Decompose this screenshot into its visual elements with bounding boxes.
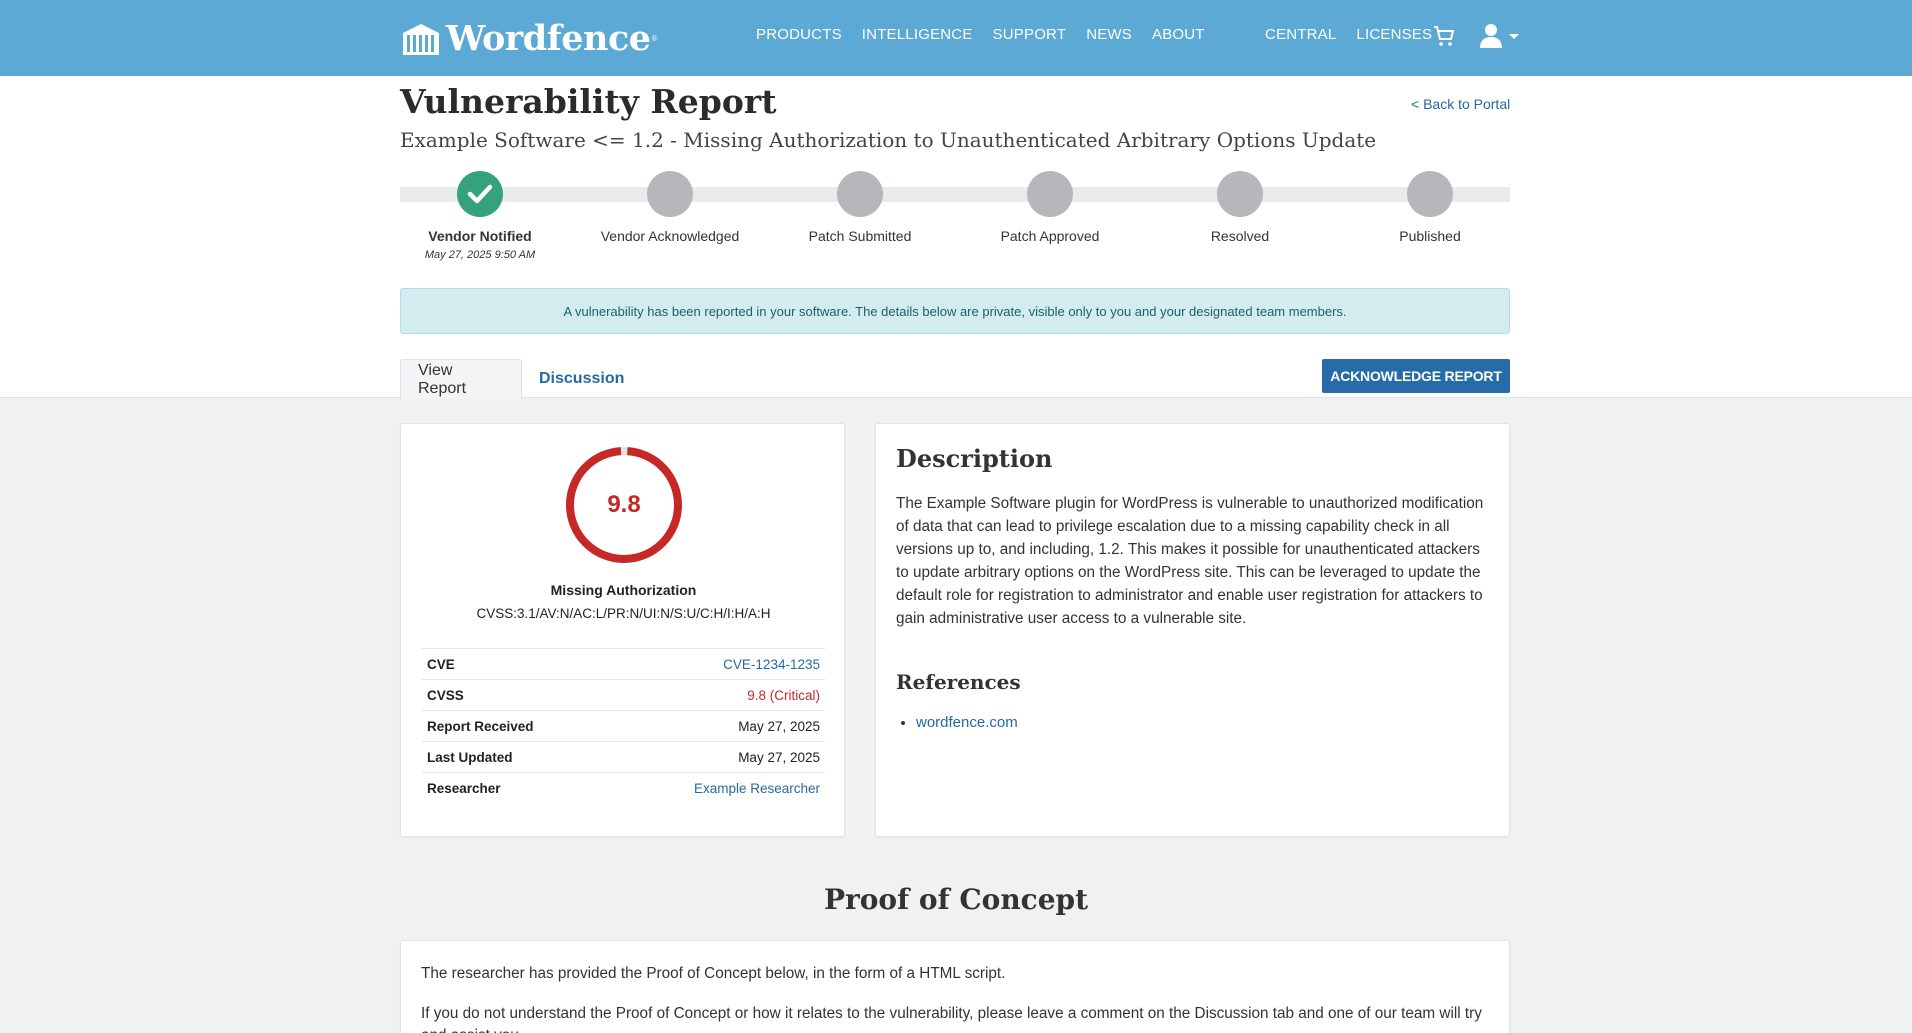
nav-news[interactable]: NEWS [1086,26,1132,43]
step-pending-circle [1407,171,1453,217]
nav-support[interactable]: SUPPORT [993,26,1067,43]
cvss-label: CVSS [427,687,464,703]
step-patch-submitted: Patch Submitted [765,171,955,244]
poc-card: The researcher has provided the Proof of… [400,940,1510,1033]
nav-licenses[interactable]: LICENSES [1356,26,1432,43]
tab-view-report[interactable]: View Report [400,359,522,399]
logo-text: Wordfence [446,18,651,59]
back-to-portal-link[interactable]: < Back to Portal [1411,96,1510,112]
table-row: CVE CVE-1234-1235 [422,648,825,680]
researcher-label: Researcher [427,780,501,796]
description-card: Description The Example Software plugin … [875,423,1510,837]
step-complete-circle [457,171,503,217]
table-row: CVSS 9.8 (Critical) [422,679,825,711]
report-received-value: May 27, 2025 [738,718,820,734]
cvss-value: 9.8 (Critical) [747,687,820,703]
score-card: 9.8 Missing Authorization CVSS:3.1/AV:N/… [400,423,845,837]
private-report-alert: A vulnerability has been reported in you… [400,288,1510,334]
nav-intelligence[interactable]: INTELLIGENCE [862,26,973,43]
vulnerability-type: Missing Authorization [550,582,697,598]
step-pending-circle [1027,171,1073,217]
reference-link[interactable]: wordfence.com [916,714,1018,731]
poc-heading: Proof of Concept [823,883,1089,916]
right-nav: CENTRAL LICENSES [1265,26,1432,43]
alert-text: A vulnerability has been reported in you… [563,303,1347,319]
cvss-score-value: 9.8 [607,491,641,518]
step-pending-circle [1217,171,1263,217]
cve-label: CVE [427,656,455,672]
acknowledge-report-button[interactable]: Acknowledge Report [1322,359,1510,393]
step-label: Vendor Notified [428,228,532,244]
report-subtitle: Example Software <= 1.2 - Missing Author… [400,128,1377,152]
nav-products[interactable]: PRODUCTS [756,26,842,43]
registered-mark: ® [651,34,658,43]
cvss-vector: CVSS:3.1/AV:N/AC:L/PR:N/UI:N/S:U/C:H/I:H… [476,606,771,621]
step-published: Published [1335,171,1525,244]
checkmark-icon [467,184,493,204]
step-pending-circle [647,171,693,217]
nav-central[interactable]: CENTRAL [1265,26,1336,43]
step-label: Patch Approved [1000,228,1100,244]
step-pending-circle [837,171,883,217]
table-row: Last Updated May 27, 2025 [422,741,825,773]
step-patch-approved: Patch Approved [955,171,1145,244]
nav-about[interactable]: ABOUT [1152,26,1205,43]
step-label: Resolved [1210,228,1270,244]
poc-help-text: If you do not understand the Proof of Co… [421,1005,1482,1033]
description-heading: Description [896,444,1053,473]
table-row: Researcher Example Researcher [422,772,825,804]
step-label: Published [1399,228,1461,244]
description-text: The Example Software plugin for WordPres… [896,495,1484,627]
references-list: wordfence.com [916,714,1018,731]
tab-discussion[interactable]: Discussion [522,359,641,399]
step-resolved: Resolved [1145,171,1335,244]
last-updated-value: May 27, 2025 [738,749,820,765]
step-vendor-acknowledged: Vendor Acknowledged [575,171,765,244]
user-menu-icon[interactable] [1479,22,1523,50]
list-item: wordfence.com [916,714,1018,731]
table-row: Report Received May 27, 2025 [422,710,825,742]
main-nav: PRODUCTS INTELLIGENCE SUPPORT NEWS ABOUT [756,26,1205,43]
step-date: May 27, 2025 9:50 AM [424,249,536,261]
page-title: Vulnerability Report [400,82,777,121]
report-info-table: CVE CVE-1234-1235 CVSS 9.8 (Critical) Re… [422,648,825,804]
wordfence-logo-icon [403,23,439,55]
wordfence-logo[interactable]: Wordfence ® [400,18,657,59]
top-navbar: Wordfence ® PRODUCTS INTELLIGENCE SUPPOR… [0,0,1912,76]
poc-intro-text: The researcher has provided the Proof of… [421,965,1006,982]
researcher-link[interactable]: Example Researcher [608,773,825,804]
step-label: Patch Submitted [808,228,912,244]
report-received-label: Report Received [427,718,534,734]
step-label: Vendor Acknowledged [600,228,740,244]
cart-icon[interactable] [1432,24,1456,48]
cve-link[interactable]: CVE-1234-1235 [608,649,825,680]
last-updated-label: Last Updated [427,749,513,765]
step-vendor-notified: Vendor Notified May 27, 2025 9:50 AM [385,171,575,261]
references-heading: References [896,670,1021,694]
